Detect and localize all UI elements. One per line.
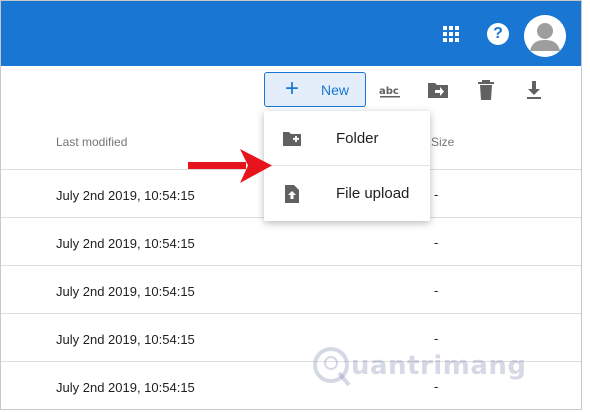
- watermark-text: uantrimang: [351, 351, 527, 381]
- new-dropdown-menu: Folder File upload: [264, 111, 430, 221]
- row-modified: July 2nd 2019, 10:54:15: [56, 380, 195, 395]
- table-row[interactable]: July 2nd 2019, 10:54:15 -: [1, 265, 581, 313]
- row-size: -: [434, 283, 439, 298]
- delete-trash-icon[interactable]: [474, 78, 498, 102]
- row-size: -: [434, 235, 439, 250]
- row-modified: July 2nd 2019, 10:54:15: [56, 188, 195, 203]
- download-icon[interactable]: [522, 78, 546, 102]
- menu-item-folder-label: Folder: [336, 130, 379, 147]
- new-button-label: New: [321, 82, 350, 98]
- user-avatar-icon: [524, 15, 566, 57]
- apps-grid-icon[interactable]: [443, 26, 459, 42]
- column-header-size[interactable]: Size: [431, 135, 454, 149]
- folder-add-icon: [283, 132, 301, 146]
- table-row[interactable]: July 2nd 2019, 10:54:15 -: [1, 217, 581, 265]
- menu-item-file-upload[interactable]: File upload: [264, 166, 430, 220]
- row-modified: July 2nd 2019, 10:54:15: [56, 284, 195, 299]
- rename-abc-icon[interactable]: abc: [378, 78, 402, 102]
- svg-text:abc: abc: [379, 86, 399, 97]
- watermark: uantrimang: [311, 341, 536, 389]
- row-size: -: [434, 187, 439, 202]
- menu-item-file-upload-label: File upload: [336, 185, 410, 202]
- row-modified: July 2nd 2019, 10:54:15: [56, 332, 195, 347]
- new-button[interactable]: + New: [264, 72, 366, 107]
- menu-item-folder[interactable]: Folder: [264, 111, 430, 165]
- top-app-bar: ?: [1, 1, 581, 66]
- avatar[interactable]: [524, 15, 566, 57]
- column-header-last-modified[interactable]: Last modified: [56, 135, 127, 149]
- watermark-logo-icon: [313, 347, 351, 387]
- file-manager-window: ? + New abc Last modified Size July 2nd …: [0, 0, 582, 410]
- move-to-folder-icon[interactable]: [426, 78, 450, 102]
- plus-icon: +: [285, 75, 300, 102]
- row-modified: July 2nd 2019, 10:54:15: [56, 236, 195, 251]
- red-arrow-annotation-icon: [188, 149, 272, 183]
- help-icon[interactable]: ?: [487, 23, 509, 45]
- file-upload-icon: [285, 185, 299, 203]
